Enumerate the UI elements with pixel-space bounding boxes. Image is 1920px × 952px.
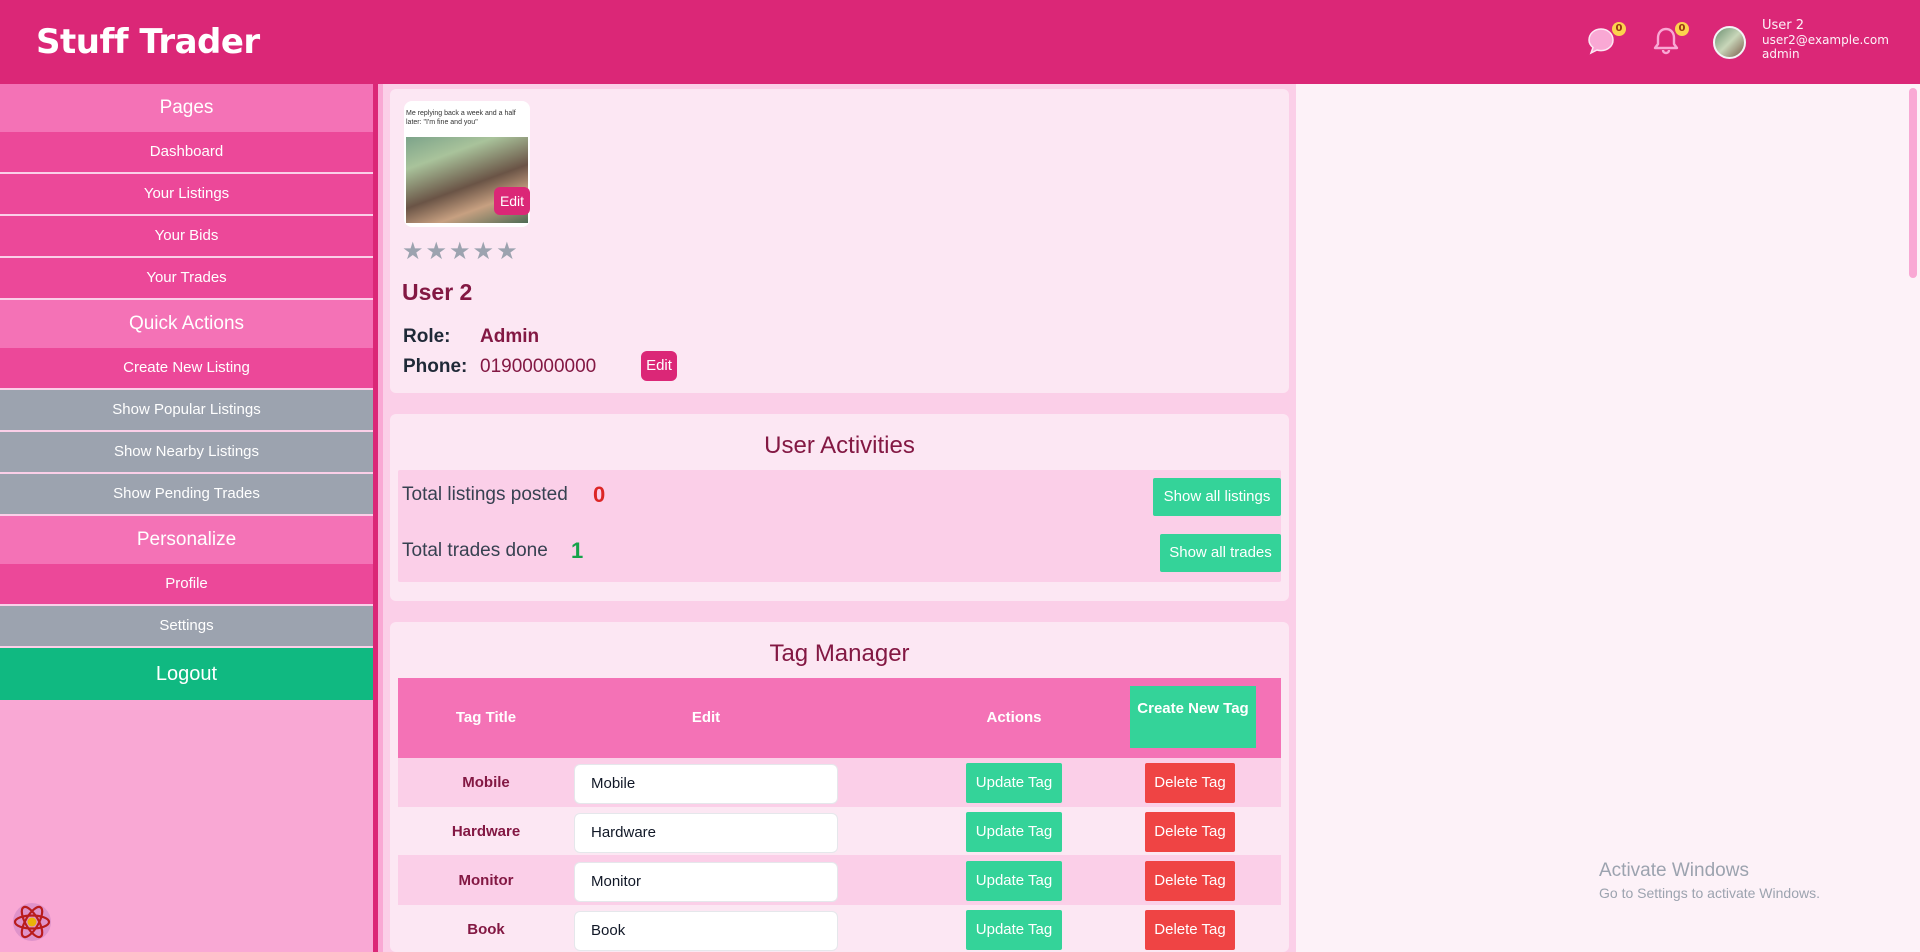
sidebar-item-show-popular-listings[interactable]: Show Popular Listings	[0, 390, 373, 432]
user-role: admin	[1762, 47, 1800, 61]
profile-name: User 2	[402, 279, 473, 305]
show-all-trades-button[interactable]: Show all trades	[1160, 534, 1281, 572]
activities-panel: Total listings posted 0 Show all listing…	[398, 470, 1281, 582]
profile-card: Me replying back a week and a half later…	[390, 89, 1289, 393]
listings-count: 0	[593, 482, 606, 507]
react-devtools-icon[interactable]	[10, 900, 54, 944]
delete-tag-button[interactable]: Delete Tag	[1145, 910, 1235, 950]
tag-edit-input[interactable]: Book	[574, 911, 838, 951]
create-new-tag-button[interactable]: Create New Tag	[1130, 686, 1256, 748]
notifications-badge: 0	[1675, 22, 1689, 36]
user-email: user2@example.com	[1762, 33, 1889, 47]
tag-table-header: Tag Title Edit Actions Create New Tag	[398, 678, 1281, 758]
user-name: User 2	[1762, 18, 1805, 33]
tag-title: Book	[467, 921, 505, 938]
right-pane	[1296, 84, 1906, 952]
edit-photo-button[interactable]: Edit	[494, 187, 530, 215]
photo-caption: Me replying back a week and a half later…	[406, 110, 516, 126]
sidebar-item-create-new-listing[interactable]: Create New Listing	[0, 348, 373, 390]
tag-title: Hardware	[451, 823, 521, 840]
tag-edit-input[interactable]: Monitor	[574, 862, 838, 902]
role-value: Admin	[480, 326, 540, 347]
sidebar-item-dashboard[interactable]: Dashboard	[0, 132, 373, 174]
sidebar-item-your-listings[interactable]: Your Listings	[0, 174, 373, 216]
messages-badge: 0	[1612, 22, 1626, 36]
tag-manager-card: Tag Manager Tag Title Edit Actions Creat…	[390, 622, 1289, 952]
listings-label: Total listings posted	[402, 484, 568, 505]
table-row: Book Book Update Tag Delete Tag	[398, 905, 1281, 952]
trades-count: 1	[571, 538, 584, 563]
tag-title: Mobile	[462, 774, 510, 791]
update-tag-button[interactable]: Update Tag	[966, 910, 1062, 950]
user-avatar[interactable]	[1713, 26, 1746, 59]
sidebar: Pages Dashboard Your Listings Your Bids …	[0, 84, 378, 952]
sidebar-item-profile[interactable]: Profile	[0, 564, 373, 606]
sidebar-item-show-nearby-listings[interactable]: Show Nearby Listings	[0, 432, 373, 474]
role-label: Role:	[403, 326, 451, 347]
user-activities-title: User Activities	[764, 432, 915, 459]
phone-value: 01900000000	[480, 356, 597, 377]
star-icon: ★	[402, 237, 424, 265]
sidebar-item-settings[interactable]: Settings	[0, 606, 373, 648]
brand-title[interactable]: Stuff Trader	[36, 22, 260, 62]
update-tag-button[interactable]: Update Tag	[966, 812, 1062, 852]
update-tag-button[interactable]: Update Tag	[966, 861, 1062, 901]
sidebar-item-show-pending-trades[interactable]: Show Pending Trades	[0, 474, 373, 516]
edit-phone-button[interactable]: Edit	[641, 351, 677, 381]
delete-tag-button[interactable]: Delete Tag	[1145, 763, 1235, 803]
watermark-subtitle: Go to Settings to activate Windows.	[1599, 885, 1820, 901]
top-header: Stuff Trader 0 0 User 2 user2@example.co…	[0, 0, 1920, 84]
windows-activation-watermark: Activate Windows Go to Settings to activ…	[1599, 860, 1820, 901]
user-activities-card: User Activities Total listings posted 0 …	[390, 414, 1289, 601]
update-tag-button[interactable]: Update Tag	[966, 763, 1062, 803]
sidebar-section-personalize: Personalize	[0, 516, 373, 564]
trades-label: Total trades done	[402, 540, 548, 561]
tag-edit-input[interactable]: Mobile	[574, 764, 838, 804]
table-row: Hardware Hardware Update Tag Delete Tag	[398, 807, 1281, 856]
tag-manager-title: Tag Manager	[769, 640, 910, 667]
star-icon: ★	[449, 237, 471, 265]
table-row: Monitor Monitor Update Tag Delete Tag	[398, 856, 1281, 905]
sidebar-item-your-trades[interactable]: Your Trades	[0, 258, 373, 300]
header-tag-title: Tag Title	[455, 709, 517, 726]
header-actions: Actions	[986, 709, 1042, 726]
table-row: Mobile Mobile Update Tag Delete Tag	[398, 758, 1281, 807]
watermark-title: Activate Windows	[1599, 860, 1749, 881]
logout-button[interactable]: Logout	[0, 648, 373, 700]
scrollbar-thumb[interactable]	[1909, 88, 1917, 278]
phone-label: Phone:	[403, 356, 468, 377]
star-icon: ★	[425, 237, 448, 265]
header-edit: Edit	[691, 709, 721, 726]
delete-tag-button[interactable]: Delete Tag	[1145, 812, 1235, 852]
show-all-listings-button[interactable]: Show all listings	[1153, 478, 1281, 516]
sidebar-section-pages: Pages	[0, 84, 373, 132]
tag-title: Monitor	[458, 872, 514, 889]
tag-edit-input[interactable]: Hardware	[574, 813, 838, 853]
delete-tag-button[interactable]: Delete Tag	[1145, 861, 1235, 901]
sidebar-section-quick-actions: Quick Actions	[0, 300, 373, 348]
rating-stars: ★ ★ ★ ★ ★	[402, 239, 518, 263]
sidebar-item-your-bids[interactable]: Your Bids	[0, 216, 373, 258]
star-icon: ★	[496, 237, 518, 265]
user-info[interactable]: User 2 user2@example.com admin	[1762, 18, 1889, 61]
star-icon: ★	[472, 237, 495, 265]
